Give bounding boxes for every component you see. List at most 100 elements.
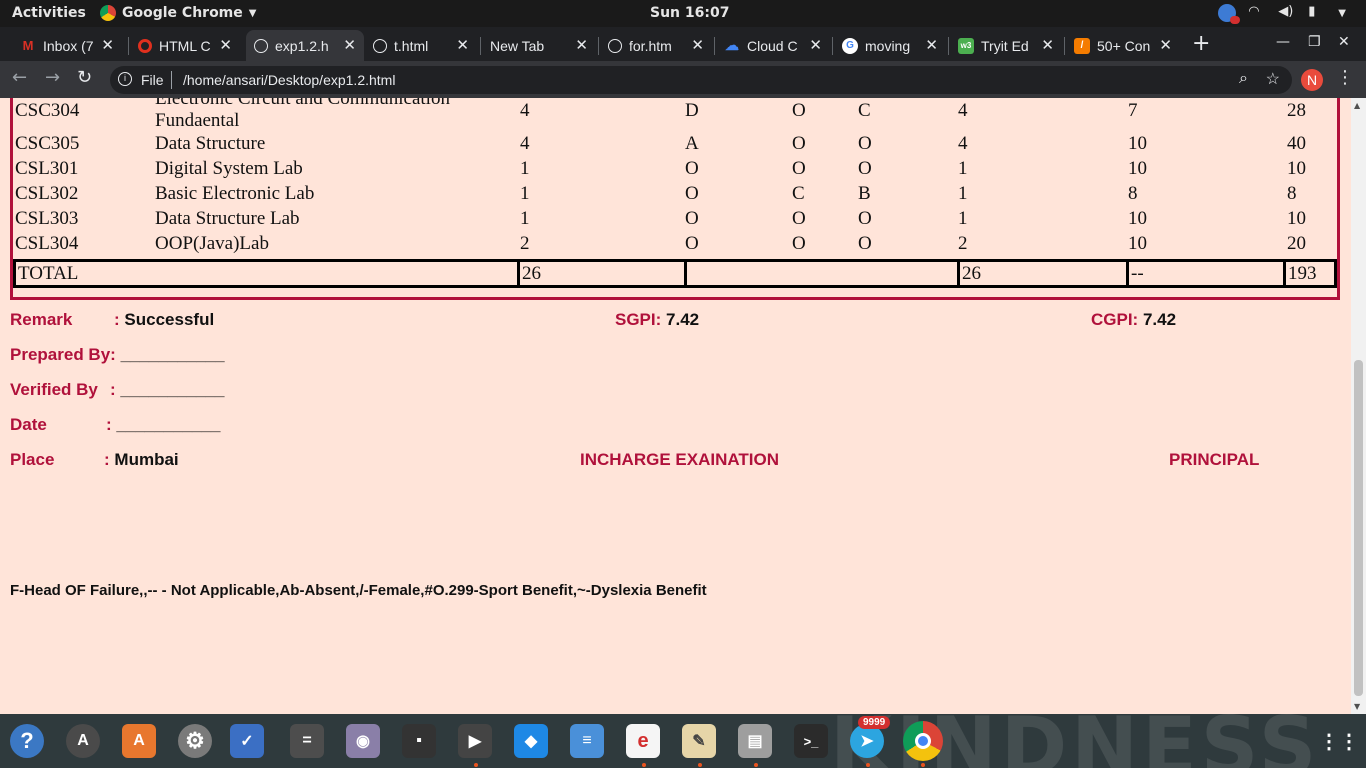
colon: :	[110, 380, 116, 399]
disk-icon[interactable]: ▪	[402, 724, 436, 758]
cell: 4	[958, 100, 968, 121]
grades-table: CSC304 Electronic Circuit and Communicat…	[10, 98, 1340, 300]
page-content: CSC304 Electronic Circuit and Communicat…	[0, 98, 1351, 714]
date-label: Date	[10, 415, 47, 434]
google-cloud-icon: ☁	[725, 37, 739, 53]
cell: O	[792, 158, 806, 179]
total-cell: 26	[517, 259, 687, 288]
cell: 1	[958, 158, 968, 179]
tab-inbox[interactable]: M Inbox (7 ✕	[12, 30, 122, 61]
new-tab-button[interactable]: +	[1192, 31, 1210, 56]
place-field: : Mumbai	[104, 450, 179, 470]
tab-moving[interactable]: G moving ✕	[834, 30, 946, 61]
clock[interactable]: Sun 16:07	[650, 5, 729, 21]
cell: 7	[1128, 100, 1138, 121]
cgpi-label: CGPI:	[1091, 310, 1139, 329]
course-name: Basic Electronic Lab	[155, 183, 315, 204]
ubuntu-software-icon[interactable]: A	[122, 724, 156, 758]
scrollbar-thumb[interactable]	[1354, 360, 1363, 696]
total-cell	[684, 259, 960, 288]
close-icon[interactable]: ✕	[809, 36, 822, 54]
show-applications-icon[interactable]: ⋮⋮	[1319, 724, 1359, 758]
minimize-button[interactable]: —	[1276, 34, 1290, 50]
close-icon[interactable]: ✕	[456, 36, 469, 54]
cell: O	[858, 133, 872, 154]
info-icon[interactable]: i	[118, 72, 132, 86]
close-icon[interactable]: ✕	[219, 36, 232, 54]
place-value: Mumbai	[114, 450, 179, 469]
cell: 4	[958, 133, 968, 154]
scroll-down-icon[interactable]: ▼	[1354, 702, 1360, 711]
cell: O	[792, 100, 806, 121]
cell: O	[792, 208, 806, 229]
software-updater-icon[interactable]: A	[66, 724, 100, 758]
close-icon[interactable]: ✕	[101, 36, 114, 54]
cell: 20	[1287, 233, 1306, 254]
tab-exp1-2[interactable]: exp1.2.h ✕	[246, 30, 364, 61]
chrome-icon[interactable]	[903, 721, 943, 761]
zoom-icon[interactable]: ⌕	[1239, 70, 1248, 88]
table-row: CSL303 Data Structure Lab 1 O O O 1 10 1…	[13, 208, 1337, 233]
tab-for-html[interactable]: for.htm ✕	[600, 30, 712, 61]
tab-50-con[interactable]: / 50+ Con ✕	[1066, 30, 1180, 61]
globe-icon	[608, 38, 622, 53]
tab-cloud[interactable]: ☁ Cloud C ✕	[716, 30, 830, 61]
tab-new-tab[interactable]: New Tab ✕	[482, 30, 596, 61]
cell: 2	[520, 233, 530, 254]
cell: 1	[958, 183, 968, 204]
tab-t-html[interactable]: t.html ✕	[365, 30, 477, 61]
vscode-icon[interactable]: ◆	[514, 724, 548, 758]
date-value: ___________	[116, 415, 221, 434]
colon: :	[104, 450, 110, 469]
address-bar[interactable]: i File /home/ansari/Desktop/exp1.2.html …	[110, 66, 1292, 94]
telegram-icon[interactable]: ➤	[850, 724, 884, 758]
video-editor-icon[interactable]: ▶	[458, 724, 492, 758]
tab-tryit[interactable]: w3 Tryit Ed ✕	[950, 30, 1062, 61]
webcam-icon[interactable]: ◉	[346, 724, 380, 758]
remark-value: Successful	[124, 310, 215, 329]
terminal-icon[interactable]: >_	[794, 724, 828, 758]
close-icon[interactable]: ✕	[1159, 36, 1172, 54]
activities-button[interactable]: Activities	[12, 5, 86, 21]
scroll-up-icon[interactable]: ▲	[1354, 101, 1360, 110]
cell: 1	[520, 183, 530, 204]
tab-html[interactable]: HTML C ✕	[130, 30, 240, 61]
close-icon[interactable]: ✕	[575, 36, 588, 54]
settings-icon[interactable]: ⚙	[178, 724, 212, 758]
help-icon[interactable]: ?	[10, 724, 44, 758]
incharge-signature-label: INCHARGE EXAINATION	[580, 450, 779, 469]
verified-field: : ___________	[110, 380, 224, 400]
chevron-down-icon: ▼	[248, 7, 257, 19]
text-editor-icon[interactable]: ✎	[682, 724, 716, 758]
course-name: OOP(Java)Lab	[155, 233, 269, 254]
forward-button[interactable]: →	[45, 67, 60, 88]
document-viewer-icon[interactable]: ≡	[570, 724, 604, 758]
cell: O	[792, 133, 806, 154]
table-row: CSC304 Electronic Circuit and Communicat…	[13, 98, 1337, 136]
profile-avatar[interactable]: N	[1301, 69, 1323, 91]
evince-icon[interactable]: e	[626, 724, 660, 758]
archive-icon[interactable]: ▤	[738, 724, 772, 758]
bookmark-star-icon[interactable]: ☆	[1266, 69, 1280, 89]
calculator-icon[interactable]: =	[290, 724, 324, 758]
address-url[interactable]: /home/ansari/Desktop/exp1.2.html	[183, 72, 395, 88]
colon: :	[106, 415, 112, 434]
more-menu-icon[interactable]: ⋮	[1336, 67, 1354, 88]
reload-button[interactable]: ↻	[77, 67, 92, 88]
restore-button[interactable]: ❐	[1308, 34, 1321, 50]
course-name: Data Structure	[155, 133, 266, 154]
system-top-bar: Activities Google Chrome ▼ Sun 16:07 ◠ ◀…	[0, 0, 1366, 27]
close-icon[interactable]: ✕	[1041, 36, 1054, 54]
close-icon[interactable]: ✕	[925, 36, 938, 54]
back-button[interactable]: ←	[12, 67, 27, 88]
vertical-scrollbar[interactable]: ▲ ▼	[1351, 98, 1366, 714]
sgpi-value: 7.42	[666, 310, 700, 329]
close-icon[interactable]: ✕	[691, 36, 704, 54]
app-menu[interactable]: Google Chrome ▼	[100, 5, 256, 21]
close-icon[interactable]: ✕	[343, 36, 356, 54]
remark-label: Remark	[10, 310, 73, 329]
tasks-icon[interactable]: ✓	[230, 724, 264, 758]
system-tray[interactable]: ◠ ◀) ▮ ▼	[1218, 4, 1346, 24]
remark-field: : Successful	[114, 310, 214, 330]
close-window-button[interactable]: ✕	[1338, 34, 1350, 50]
